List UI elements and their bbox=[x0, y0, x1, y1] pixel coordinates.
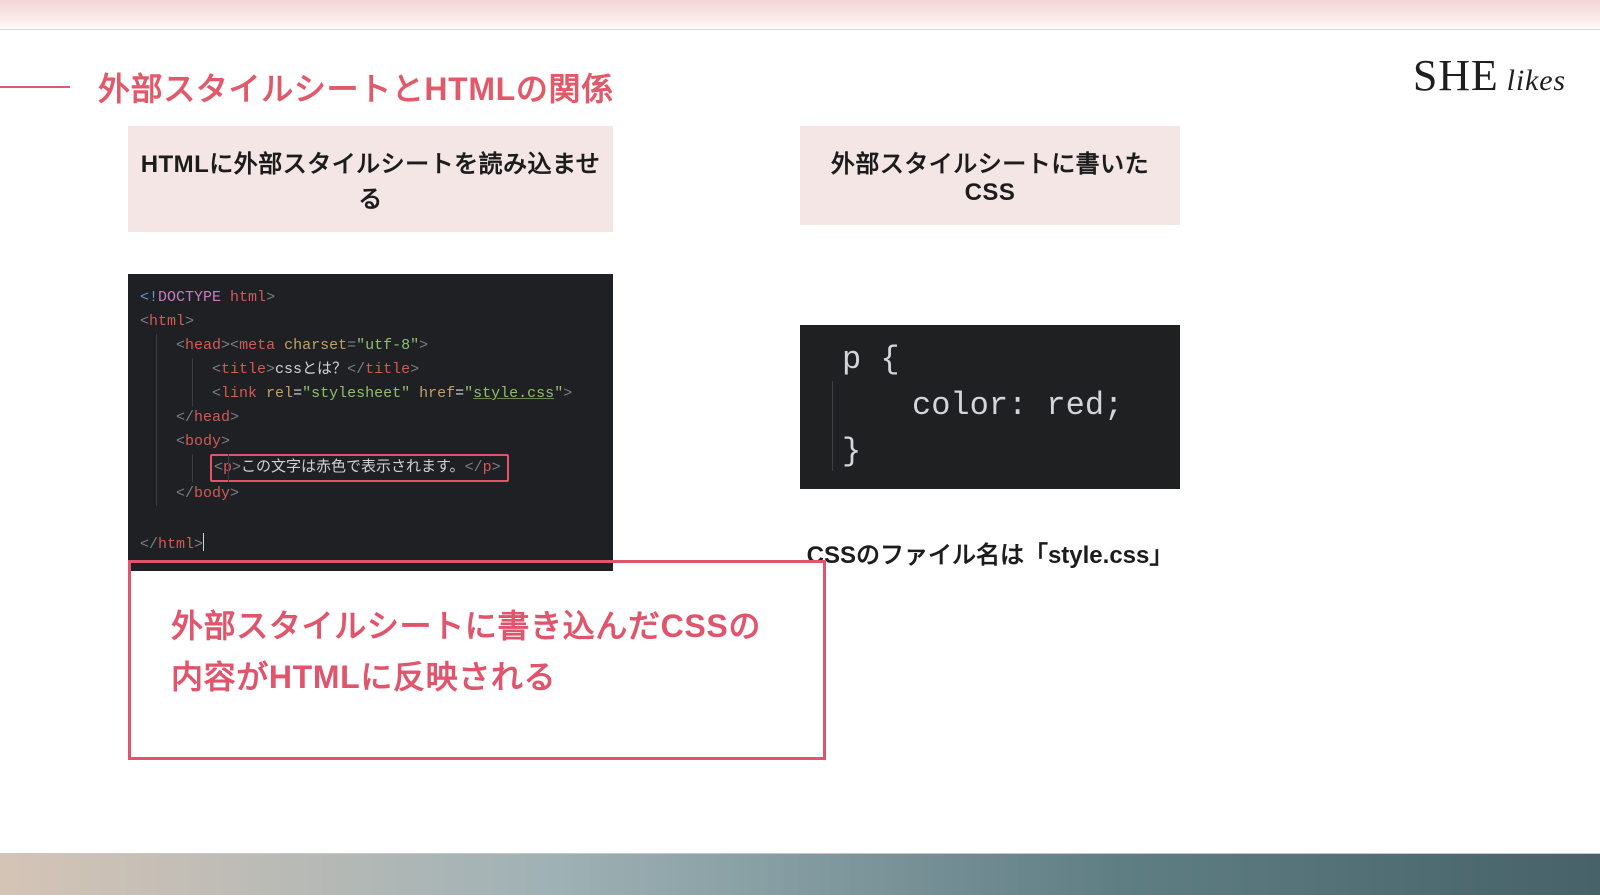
code-line: </html> bbox=[140, 530, 601, 557]
column-left: HTMLに外部スタイルシートを読み込ませる <!DOCTYPE html> <h… bbox=[128, 126, 613, 571]
title-dash-icon bbox=[0, 86, 70, 88]
title-row: 外部スタイルシートとHTMLの関係 bbox=[0, 64, 614, 110]
page-title: 外部スタイルシートとHTMLの関係 bbox=[98, 64, 614, 110]
code-line: <head><meta charset="utf-8"> bbox=[140, 334, 601, 358]
column-right: 外部スタイルシートに書いたCSS p { color: red; } CSSのフ… bbox=[800, 126, 1180, 570]
cursor-icon bbox=[203, 533, 204, 551]
css-selector: p { bbox=[842, 337, 1146, 383]
code-line-highlight: <p>この文字は赤色で表示されます。</p> bbox=[140, 454, 601, 482]
summary-text: 外部スタイルシートに書き込んだCSSの内容がHTMLに反映される bbox=[171, 601, 783, 703]
code-line: </body> bbox=[140, 482, 601, 506]
bottom-accent-strip bbox=[0, 853, 1600, 895]
code-line: <body> bbox=[140, 430, 601, 454]
summary-callout: 外部スタイルシートに書き込んだCSSの内容がHTMLに反映される bbox=[128, 560, 826, 760]
code-line: </head> bbox=[140, 406, 601, 430]
code-blank-line bbox=[140, 506, 601, 530]
css-property: color: red; bbox=[842, 383, 1146, 429]
css-close-brace: } bbox=[842, 433, 861, 470]
code-line: <title>cssとは？</title> bbox=[140, 358, 601, 382]
right-panel-label: 外部スタイルシートに書いたCSS bbox=[800, 126, 1180, 225]
code-line: <!DOCTYPE html> bbox=[140, 286, 601, 310]
html-code-editor: <!DOCTYPE html> <html> <head><meta chars… bbox=[128, 274, 613, 571]
css-filename-note: CSSのファイル名は「style.css」 bbox=[800, 535, 1180, 570]
top-accent-strip bbox=[0, 0, 1600, 30]
code-line: <html> bbox=[140, 310, 601, 334]
brand-sub: likes bbox=[1507, 64, 1566, 97]
left-panel-label: HTMLに外部スタイルシートを読み込ませる bbox=[128, 126, 613, 232]
brand-name: SHE bbox=[1413, 51, 1499, 100]
highlight-box: <p>この文字は赤色で表示されます。</p> bbox=[210, 454, 509, 482]
css-code-preview: p { color: red; } bbox=[800, 325, 1180, 489]
brand-logo: SHElikes bbox=[1413, 50, 1566, 101]
code-line: <link rel="stylesheet" href="style.css"> bbox=[140, 382, 601, 406]
